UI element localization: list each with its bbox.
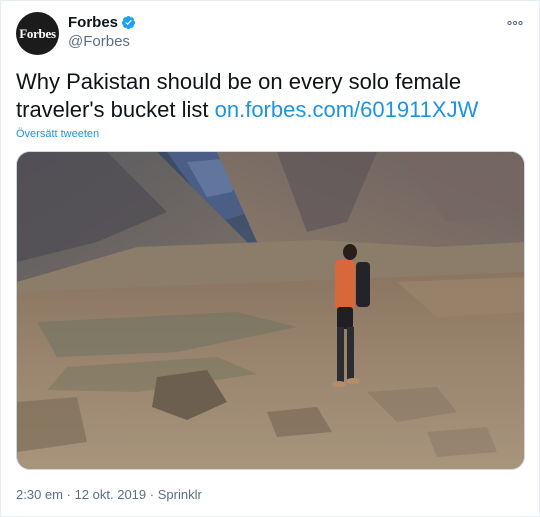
display-name[interactable]: Forbes: [68, 14, 118, 31]
tweet-meta: 2:30 em · 12 okt. 2019 · Sprinklr: [16, 487, 202, 502]
tweet-link[interactable]: on.forbes.com/601911XJW: [215, 97, 479, 122]
name-row: Forbes: [68, 14, 136, 31]
handle[interactable]: @Forbes: [68, 33, 136, 50]
mountain-valley-photo: [17, 152, 524, 469]
verified-badge-icon: [121, 15, 136, 30]
author-names: Forbes @Forbes: [68, 14, 136, 50]
avatar[interactable]: Forbes: [16, 12, 59, 55]
meta-separator: ·: [149, 487, 155, 502]
tweet-date[interactable]: 12 okt. 2019: [75, 487, 147, 502]
tweet-time[interactable]: 2:30 em: [16, 487, 63, 502]
translate-tweet-link[interactable]: Översätt tweeten: [16, 128, 99, 140]
tweet-source[interactable]: Sprinklr: [158, 487, 202, 502]
tweet-card: Forbes Forbes @Forbes Why Pakistan shoul…: [0, 0, 540, 517]
more-horizontal-icon: [507, 20, 523, 26]
more-options-button[interactable]: [504, 14, 526, 32]
meta-separator: ·: [66, 487, 71, 502]
avatar-logo-text: Forbes: [19, 25, 56, 41]
tweet-header: Forbes Forbes @Forbes: [16, 12, 526, 56]
tweet-photo[interactable]: [16, 151, 525, 470]
tweet-text: Why Pakistan should be on every solo fem…: [16, 68, 526, 124]
